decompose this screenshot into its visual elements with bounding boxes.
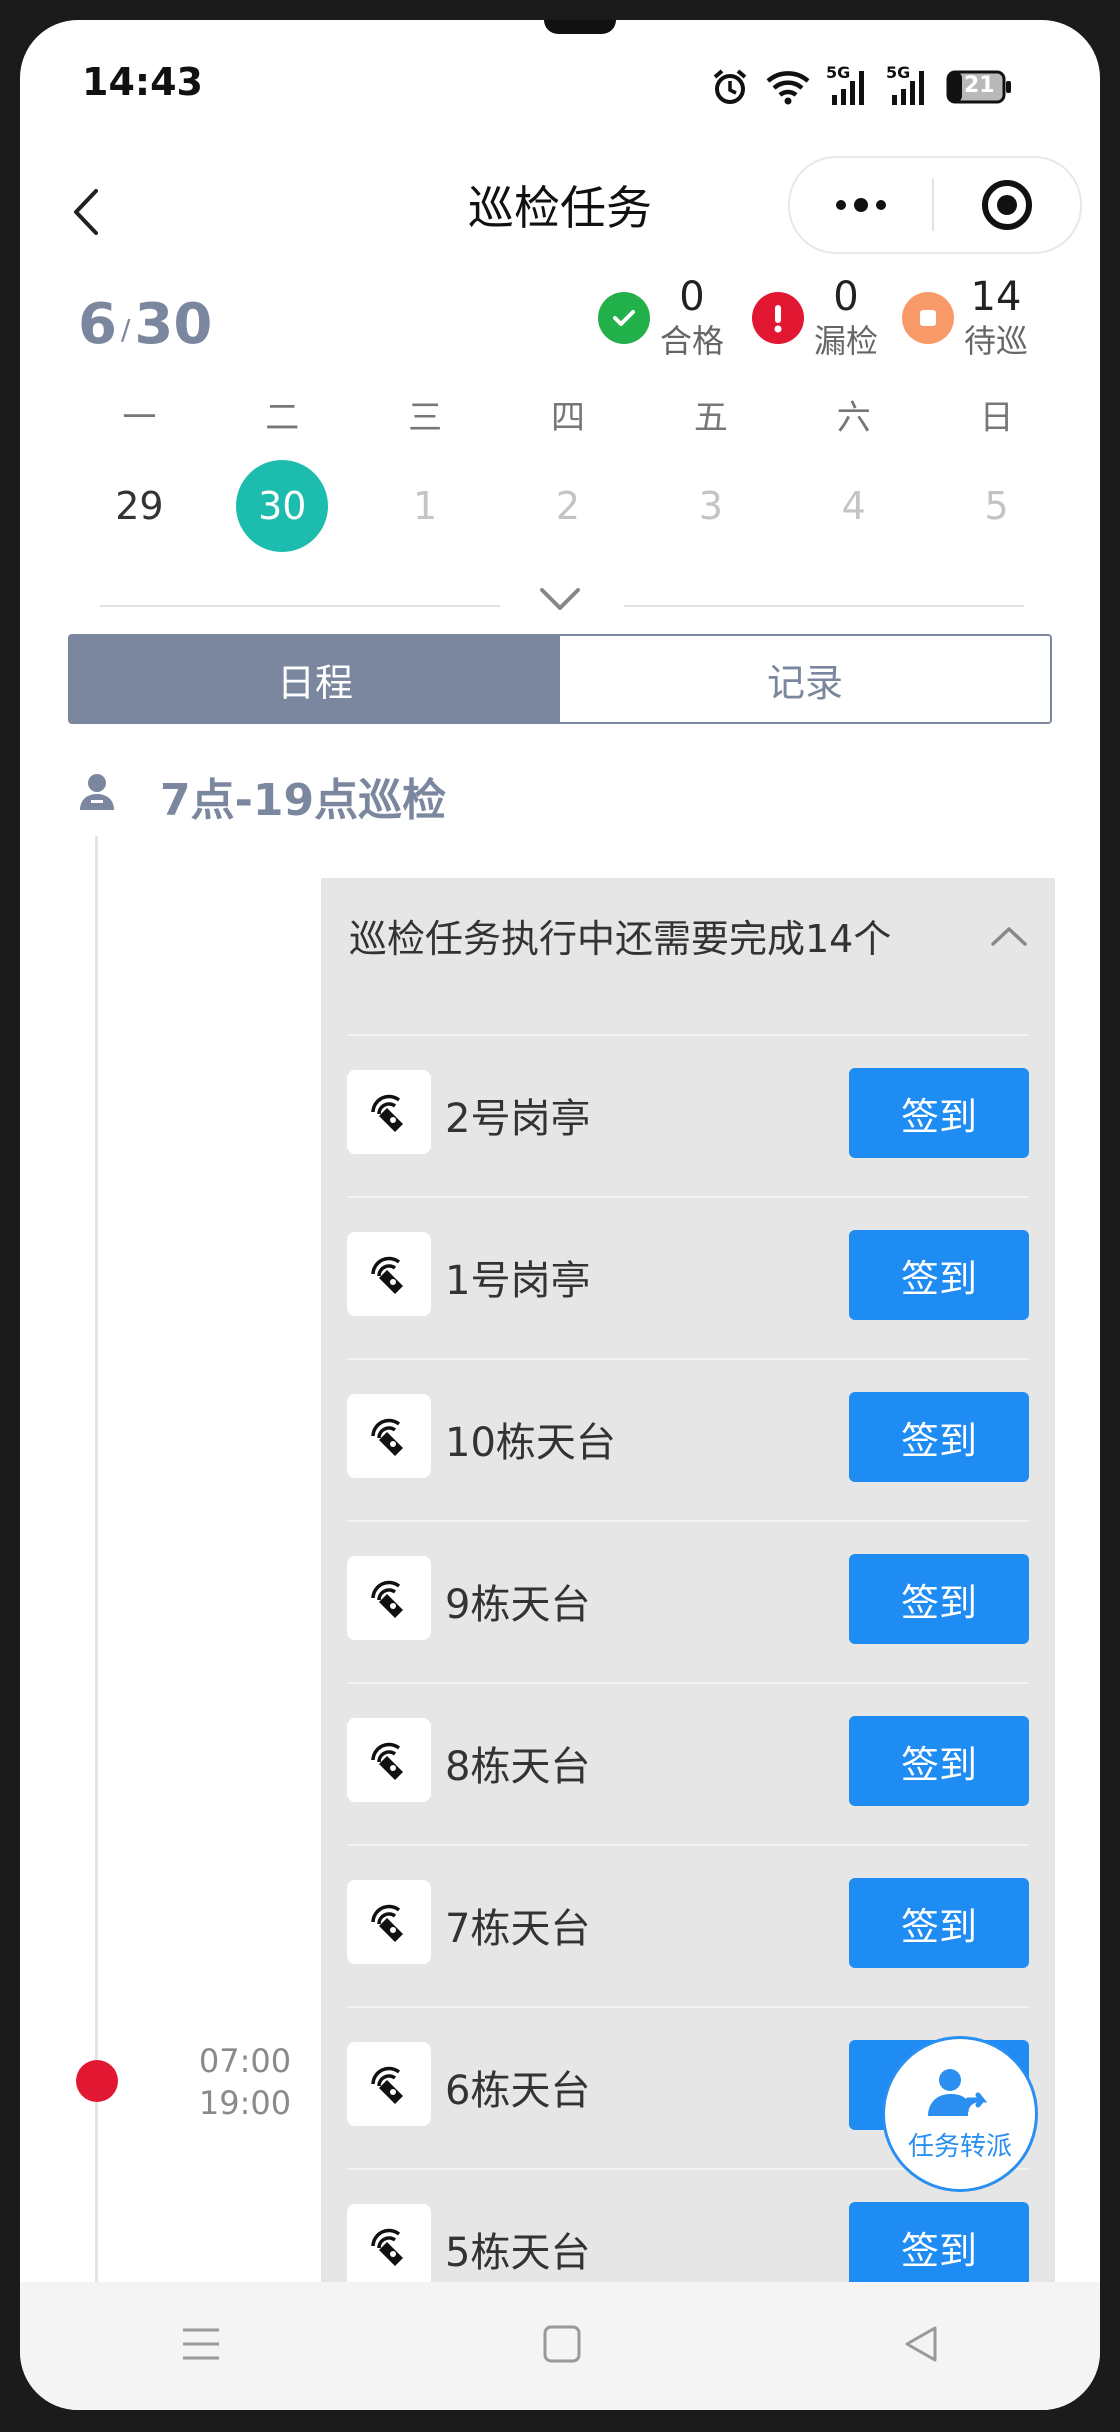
checkpoint-name: 10栋天台 <box>445 1420 616 1466</box>
nfc-tag-icon <box>347 1556 431 1640</box>
nfc-tag-icon <box>347 1718 431 1802</box>
person-share-icon <box>928 2068 988 2116</box>
task-item: 8栋天台 签到 <box>347 1682 1029 1846</box>
signal-5g-icon-1: 5G <box>826 63 872 109</box>
battery-icon: 21 <box>946 69 1012 105</box>
task-item: 1号岗亭 签到 <box>347 1196 1029 1360</box>
stat-missed: 0 漏检 <box>752 274 878 362</box>
task-item: 9栋天台 签到 <box>347 1520 1029 1684</box>
calendar-day[interactable]: 29 <box>68 458 211 554</box>
calendar-day[interactable]: 5 <box>925 458 1068 554</box>
checkin-button[interactable]: 签到 <box>849 1068 1029 1158</box>
nfc-tag-icon <box>347 1880 431 1964</box>
back-triangle-icon <box>905 2326 937 2362</box>
weekday-header: 一 二 三 四 五 六 日 <box>68 390 1068 439</box>
calendar-day[interactable]: 2 <box>497 458 640 554</box>
shift-start-time: 07:00 <box>198 2042 292 2080</box>
phone-screen: 14:43 5G 5G 21 巡检任务 6 /30 0 合格 0 漏检 14 待… <box>20 20 1100 2410</box>
remaining-tasks-text: 巡检任务执行中还需要完成14个 <box>349 917 892 961</box>
stop-square-icon <box>902 292 954 344</box>
wifi-icon <box>764 67 812 107</box>
calendar-day[interactable]: 1 <box>354 458 497 554</box>
checkpoint-name: 1号岗亭 <box>445 1258 591 1304</box>
close-miniprogram-button[interactable] <box>934 158 1080 252</box>
tab-records[interactable]: 记录 <box>560 636 1050 722</box>
exclamation-icon <box>752 292 804 344</box>
nfc-tag-icon <box>347 2204 431 2288</box>
target-icon <box>982 180 1032 230</box>
current-date: 6/30 <box>78 292 213 357</box>
home-button[interactable] <box>542 2324 582 2368</box>
checkin-button[interactable]: 签到 <box>849 1392 1029 1482</box>
calendar-day[interactable]: 4 <box>782 458 925 554</box>
chevron-up-icon <box>991 926 1027 946</box>
reassign-label: 任务转派 <box>907 2131 1012 2162</box>
nfc-tag-icon <box>347 2042 431 2126</box>
expand-calendar-button[interactable] <box>538 584 582 618</box>
weekday-label: 一 <box>122 398 157 438</box>
weekday-label: 五 <box>693 398 728 438</box>
shift-title: 7点-19点巡检 <box>160 775 447 826</box>
status-time: 14:43 <box>82 60 203 104</box>
nfc-tag-icon <box>347 1394 431 1478</box>
calendar-day[interactable]: 3 <box>639 458 782 554</box>
timeline-dot <box>76 2060 118 2102</box>
chevron-down-icon <box>540 588 580 610</box>
status-icons: 5G 5G 21 <box>710 63 1012 109</box>
calendar-day-selected[interactable]: 30 <box>211 458 354 554</box>
camera-notch <box>544 20 616 34</box>
calendar-days: 29 30 1 2 3 4 5 <box>68 458 1068 554</box>
system-back-button[interactable] <box>901 2324 941 2368</box>
checkin-button[interactable]: 签到 <box>849 1554 1029 1644</box>
weekday-label: 六 <box>836 398 871 438</box>
alarm-icon <box>710 67 750 107</box>
stat-qualified: 0 合格 <box>598 274 724 362</box>
signal-5g-icon-2: 5G <box>886 63 932 109</box>
weekday-label: 二 <box>265 398 300 438</box>
checkin-button[interactable]: 签到 <box>849 1878 1029 1968</box>
check-circle-icon <box>598 292 650 344</box>
more-button[interactable] <box>790 158 932 252</box>
task-panel-header[interactable]: 巡检任务执行中还需要完成14个 <box>349 908 1029 963</box>
checkpoint-name: 5栋天台 <box>445 2230 591 2276</box>
system-navigation-bar <box>20 2282 1100 2410</box>
weekday-label: 日 <box>979 398 1014 438</box>
view-tabs: 日程 记录 <box>68 634 1052 724</box>
nfc-tag-icon <box>347 1070 431 1154</box>
weekday-label: 三 <box>408 398 443 438</box>
checkpoint-name: 9栋天台 <box>445 1582 591 1628</box>
shift-end-time: 19:00 <box>198 2084 292 2122</box>
checkin-button[interactable]: 签到 <box>849 2202 1029 2292</box>
menu-button[interactable] <box>179 2324 223 2368</box>
tab-schedule[interactable]: 日程 <box>70 636 560 722</box>
menu-icon <box>183 2328 220 2360</box>
divider <box>624 605 1024 607</box>
task-item: 7栋天台 签到 <box>347 1844 1029 2008</box>
task-item: 10栋天台 签到 <box>347 1358 1029 1522</box>
checkin-button[interactable]: 签到 <box>849 1716 1029 1806</box>
stat-pending: 14 待巡 <box>902 274 1028 362</box>
checkpoint-name: 6栋天台 <box>445 2068 591 2114</box>
person-icon <box>78 772 116 816</box>
nfc-tag-icon <box>347 1232 431 1316</box>
task-item: 2号岗亭 签到 <box>347 1034 1029 1198</box>
miniprogram-capsule <box>788 156 1082 254</box>
weekday-label: 四 <box>551 398 585 438</box>
reassign-task-button[interactable]: 任务转派 <box>882 2036 1038 2192</box>
checkpoint-name: 2号岗亭 <box>445 1096 591 1142</box>
home-square-icon <box>543 2325 581 2363</box>
checkpoint-name: 7栋天台 <box>445 1906 591 1952</box>
divider <box>100 605 500 607</box>
checkpoint-name: 8栋天台 <box>445 1744 591 1790</box>
checkin-button[interactable]: 签到 <box>849 1230 1029 1320</box>
